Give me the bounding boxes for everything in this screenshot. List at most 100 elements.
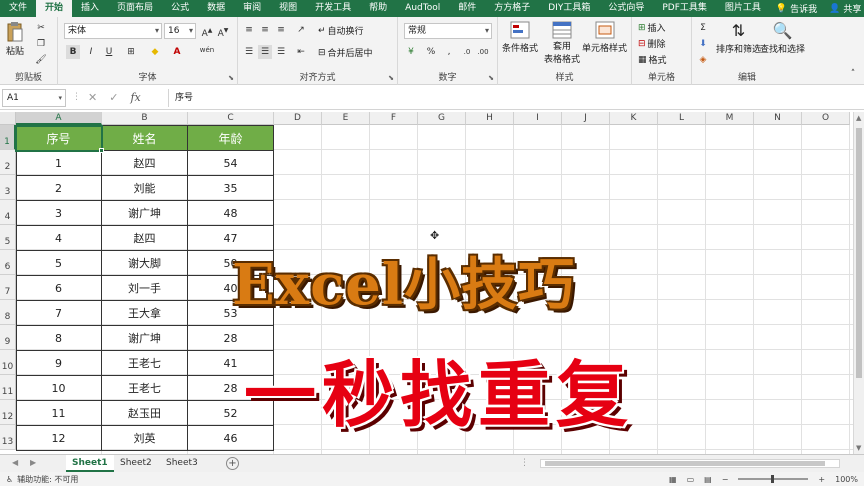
phonetic-button[interactable]: wén — [194, 43, 220, 57]
dialog-launcher-icon[interactable]: ⬊ — [388, 74, 394, 82]
accessibility-status[interactable]: 辅助功能: 不可用 — [17, 474, 78, 485]
tell-me-box[interactable]: 💡 告诉我 — [770, 2, 823, 16]
scroll-up-icon[interactable]: ▲ — [856, 114, 861, 122]
column-header-h[interactable]: H — [466, 112, 514, 125]
merge-center-button[interactable]: ⊟ 合并后居中 — [318, 46, 373, 60]
table-cell[interactable]: 赵四 — [102, 151, 188, 176]
table-cell[interactable]: 赵四 — [102, 226, 188, 251]
table-cell[interactable]: 1 — [16, 151, 102, 176]
delete-cells-button[interactable]: ⊟ 删除 — [638, 37, 666, 51]
zoom-slider[interactable] — [738, 475, 809, 483]
sheet-tab-sheet1[interactable]: Sheet1 — [66, 455, 114, 472]
dialog-launcher-icon[interactable]: ⬊ — [488, 74, 494, 82]
decrease-decimal-icon[interactable]: .00 — [476, 45, 490, 59]
percent-icon[interactable]: % — [424, 45, 438, 59]
formula-input[interactable]: 序号 — [168, 89, 860, 107]
vertical-scrollbar[interactable]: ▲ ▼ — [853, 112, 864, 454]
cell-styles-button[interactable]: 单元格样式 — [582, 21, 627, 54]
autosum-icon[interactable]: Σ — [696, 21, 710, 35]
menu-tab-14[interactable]: 公式向导 — [599, 0, 653, 17]
menu-tab-15[interactable]: PDF工具集 — [653, 0, 716, 17]
column-header-d[interactable]: D — [274, 112, 322, 125]
column-header-i[interactable]: I — [514, 112, 562, 125]
table-cell[interactable]: 刘英 — [102, 426, 188, 451]
menu-tab-16[interactable]: 图片工具 — [716, 0, 770, 17]
row-header-6[interactable]: 6 — [0, 250, 16, 275]
table-cell[interactable]: 12 — [16, 426, 102, 451]
column-header-g[interactable]: G — [418, 112, 466, 125]
menu-tab-9[interactable]: 帮助 — [360, 0, 396, 17]
menu-tab-0[interactable]: 文件 — [0, 0, 36, 17]
name-box[interactable]: A1 ▾ — [2, 89, 66, 107]
column-header-e[interactable]: E — [322, 112, 370, 125]
column-header-c[interactable]: C — [188, 112, 274, 125]
sheet-tab-sheet2[interactable]: Sheet2 — [114, 455, 158, 472]
enter-icon[interactable]: ✓ — [109, 91, 118, 104]
collapse-ribbon-icon[interactable]: ˄ — [846, 67, 860, 81]
align-left-icon[interactable]: ☰ — [242, 45, 256, 59]
zoom-in-icon[interactable]: + — [818, 475, 825, 484]
font-color-icon[interactable]: A — [170, 45, 184, 59]
row-header-5[interactable]: 5 — [0, 225, 16, 250]
table-header-cell[interactable]: 姓名 — [102, 126, 188, 151]
align-middle-icon[interactable]: ≡ — [258, 23, 272, 37]
table-cell[interactable]: 赵玉田 — [102, 401, 188, 426]
increase-font-icon[interactable]: A▲ — [200, 24, 214, 39]
copy-icon[interactable]: ❐ — [34, 37, 48, 51]
column-header-k[interactable]: K — [610, 112, 658, 125]
column-header-b[interactable]: B — [102, 112, 188, 125]
borders-icon[interactable]: ⊞ — [124, 45, 138, 59]
table-cell[interactable]: 王老七 — [102, 351, 188, 376]
add-sheet-icon[interactable]: + — [226, 457, 239, 470]
font-size-combo[interactable]: 16 ▾ — [164, 23, 196, 39]
table-cell[interactable]: 7 — [16, 301, 102, 326]
table-cell[interactable]: 35 — [188, 176, 274, 201]
row-header-2[interactable]: 2 — [0, 150, 16, 175]
align-center-icon[interactable]: ☰ — [258, 45, 272, 59]
table-cell[interactable]: 王老七 — [102, 376, 188, 401]
comma-icon[interactable]: , — [442, 45, 456, 59]
row-header-10[interactable]: 10 — [0, 350, 16, 375]
select-all-corner[interactable] — [0, 112, 16, 125]
find-select-button[interactable]: 🔍 查找和选择 — [760, 21, 805, 55]
italic-button[interactable]: I — [84, 45, 98, 59]
row-header-8[interactable]: 8 — [0, 300, 16, 325]
table-cell[interactable]: 11 — [16, 401, 102, 426]
number-format-combo[interactable]: 常规 ▾ — [404, 23, 492, 39]
table-cell[interactable]: 54 — [188, 151, 274, 176]
zoom-slider-thumb[interactable] — [771, 475, 775, 483]
zoom-out-icon[interactable]: − — [722, 475, 729, 484]
format-cells-button[interactable]: ▦ 格式 — [638, 53, 667, 67]
menu-tab-7[interactable]: 视图 — [270, 0, 306, 17]
align-top-icon[interactable]: ≡ — [242, 23, 256, 37]
row-header-11[interactable]: 11 — [0, 375, 16, 400]
menu-tab-5[interactable]: 数据 — [198, 0, 234, 17]
column-header-f[interactable]: F — [370, 112, 418, 125]
conditional-format-button[interactable]: 条件格式 — [502, 21, 538, 54]
menu-tab-1[interactable]: 开始 — [36, 0, 73, 17]
table-cell[interactable]: 6 — [16, 276, 102, 301]
table-cell[interactable]: 王大拿 — [102, 301, 188, 326]
table-header-cell[interactable]: 年龄 — [188, 126, 274, 151]
menu-tab-3[interactable]: 页面布局 — [108, 0, 162, 17]
table-cell[interactable]: 5 — [16, 251, 102, 276]
menu-tab-4[interactable]: 公式 — [162, 0, 198, 17]
menu-tab-12[interactable]: 方方格子 — [485, 0, 539, 17]
menu-tab-8[interactable]: 开发工具 — [306, 0, 360, 17]
zoom-level[interactable]: 100% — [835, 475, 858, 484]
table-cell[interactable]: 8 — [16, 326, 102, 351]
page-break-icon[interactable]: ▤ — [704, 475, 712, 484]
menu-tab-11[interactable]: 邮件 — [449, 0, 485, 17]
table-cell[interactable]: 3 — [16, 201, 102, 226]
align-right-icon[interactable]: ☰ — [274, 45, 288, 59]
table-cell[interactable]: 谢广坤 — [102, 326, 188, 351]
dialog-launcher-icon[interactable]: ⬊ — [228, 74, 234, 82]
format-painter-icon[interactable]: 🖌 — [34, 53, 48, 67]
menu-tab-13[interactable]: DIY工具箱 — [539, 0, 599, 17]
column-header-m[interactable]: M — [706, 112, 754, 125]
menu-tab-6[interactable]: 审阅 — [234, 0, 270, 17]
table-cell[interactable]: 谢大脚 — [102, 251, 188, 276]
next-sheet-icon[interactable]: ▶ — [30, 458, 36, 467]
normal-view-icon[interactable]: ▦ — [669, 475, 677, 484]
indent-icon[interactable]: ⇤ — [294, 45, 308, 59]
